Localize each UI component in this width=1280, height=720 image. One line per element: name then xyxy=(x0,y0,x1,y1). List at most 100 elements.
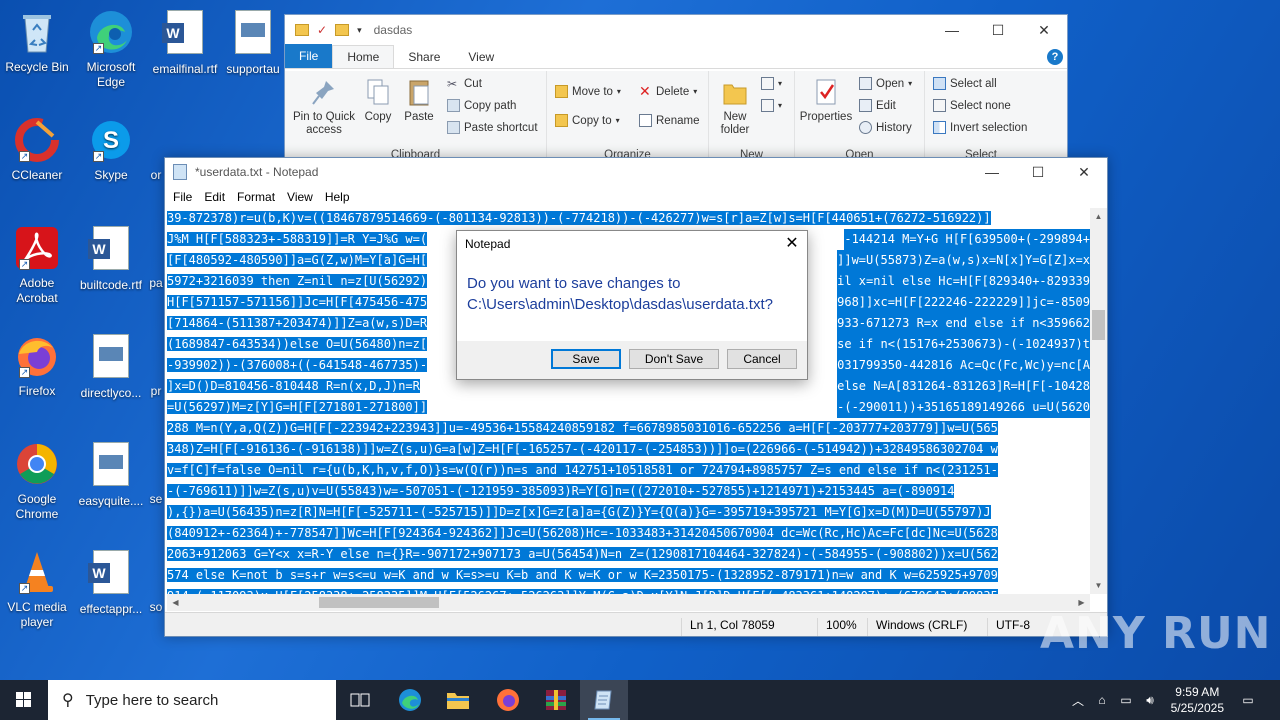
vertical-scrollbar[interactable]: ▲ ▼ xyxy=(1090,208,1107,594)
task-view-icon[interactable] xyxy=(336,680,384,720)
close-button[interactable]: ✕ xyxy=(1061,158,1107,186)
desktop-icon-skype[interactable]: S ↗ Skype xyxy=(74,116,148,183)
desktop-icon-adobe-acrobat[interactable]: ↗ Adobe Acrobat xyxy=(0,224,74,306)
menu-help[interactable]: Help xyxy=(319,190,356,204)
easy-access-button[interactable]: ▾ xyxy=(761,99,782,112)
maximize-button[interactable]: ☐ xyxy=(975,15,1021,45)
tab-file[interactable]: File xyxy=(285,44,333,68)
scroll-thumb[interactable] xyxy=(319,597,439,608)
desktop-icon-builtcode[interactable]: W builtcode.rtf xyxy=(74,224,148,293)
new-item-button[interactable]: ▾ xyxy=(761,77,782,90)
scroll-down-icon[interactable]: ▼ xyxy=(1090,577,1107,594)
tray-overflow-chevron-icon[interactable]: ︿ xyxy=(1068,680,1088,720)
file-icon xyxy=(148,440,164,488)
desktop-icon-directlyco[interactable]: directlyco... xyxy=(74,332,148,401)
history-label: History xyxy=(876,121,912,134)
desktop-icon-partial-or[interactable]: or xyxy=(148,116,164,183)
invert-selection-button[interactable]: Invert selection xyxy=(933,121,1027,134)
minimize-button[interactable]: — xyxy=(969,158,1015,186)
properties-button[interactable]: Properties xyxy=(797,77,855,124)
acrobat-icon: ↗ xyxy=(13,224,61,272)
chevron-down-icon: ▾ xyxy=(693,87,698,96)
close-button[interactable]: ✕ xyxy=(1021,15,1067,45)
shortcut-arrow-icon: ↗ xyxy=(19,583,30,594)
desktop-icon-partial-pa[interactable]: pa xyxy=(148,224,164,291)
notepad-taskbar-icon[interactable] xyxy=(580,680,628,720)
pin-quick-access-button[interactable]: Pin to Quick access xyxy=(289,77,359,137)
menu-file[interactable]: File xyxy=(167,190,198,204)
desktop-icon-label: emailfinal.rtf xyxy=(152,62,218,76)
delete-button[interactable]: ✕ Delete ▾ xyxy=(639,84,698,98)
menu-view[interactable]: View xyxy=(281,190,319,204)
menu-format[interactable]: Format xyxy=(231,190,281,204)
open-icon xyxy=(859,77,872,90)
desktop-icon-supportau[interactable]: supportau xyxy=(222,8,284,77)
notepad-window: *userdata.txt - Notepad — ☐ ✕ File Edit … xyxy=(164,157,1108,637)
horizontal-scrollbar[interactable]: ◀ ▶ xyxy=(167,594,1090,611)
properties-check-icon[interactable]: ✓ xyxy=(317,23,327,37)
clock[interactable]: 9:59 AM 5/25/2025 xyxy=(1171,684,1224,716)
select-all-button[interactable]: Select all xyxy=(933,77,997,90)
desktop-icon-easyquite[interactable]: easyquite.... xyxy=(74,440,148,509)
edit-button[interactable]: Edit xyxy=(859,99,896,112)
start-button[interactable] xyxy=(0,680,48,720)
copy-path-button[interactable]: Copy path xyxy=(447,99,516,112)
move-to-label: Move to xyxy=(572,85,613,98)
new-folder-icon[interactable] xyxy=(335,24,350,36)
network-icon[interactable]: ▭ xyxy=(1116,680,1136,720)
rename-label: Rename xyxy=(656,114,700,127)
tab-view[interactable]: View xyxy=(454,46,508,68)
paste-button[interactable]: Paste xyxy=(401,77,437,124)
desktop-icon-recycle-bin[interactable]: Recycle Bin xyxy=(0,8,74,75)
copy-button[interactable]: Copy xyxy=(361,77,395,124)
desktop-icon-vlc[interactable]: ↗ VLC media player xyxy=(0,548,74,630)
winrar-taskbar-icon[interactable] xyxy=(532,680,580,720)
edge-taskbar-icon[interactable] xyxy=(386,680,434,720)
pin-label: Pin to Quick access xyxy=(293,111,355,136)
history-button[interactable]: History xyxy=(859,121,912,134)
zoom-level: 100% xyxy=(817,618,857,636)
desktop-icon-emailfinal[interactable]: W emailfinal.rtf xyxy=(148,8,222,77)
editor-line-text: [F[480592-480590]]a=G(Z,w)M=Y[a]G=H[ xyxy=(167,253,428,267)
qat-dropdown-icon[interactable]: ▾ xyxy=(357,25,362,36)
tab-share[interactable]: Share xyxy=(394,46,454,68)
desktop-icon-chrome[interactable]: Google Chrome xyxy=(0,440,74,522)
move-to-button[interactable]: Move to ▾ xyxy=(555,85,621,98)
copy-to-button[interactable]: Copy to ▾ xyxy=(555,114,620,127)
open-button[interactable]: Open ▾ xyxy=(859,77,912,90)
save-button[interactable]: Save xyxy=(551,349,621,369)
desktop-icon-ccleaner[interactable]: ↗ CCleaner xyxy=(0,116,74,183)
desktop-icon-partial-se[interactable]: se xyxy=(148,440,164,507)
desktop-icon-edge[interactable]: ↗ Microsoft Edge xyxy=(74,8,148,90)
cancel-button[interactable]: Cancel xyxy=(727,349,797,369)
editor-line-text: =U(56297)M=z[Y]G=H[F[271801-271800]] xyxy=(167,400,428,414)
taskbar-search-box[interactable]: ⚲ Type here to search xyxy=(48,680,336,720)
rename-button[interactable]: Rename xyxy=(639,114,699,127)
volume-icon[interactable]: 🔊︎ xyxy=(1140,680,1160,720)
help-icon[interactable]: ? xyxy=(1047,49,1063,65)
maximize-button[interactable]: ☐ xyxy=(1015,158,1061,186)
desktop-icon-effectappr[interactable]: W effectappr... xyxy=(74,548,148,617)
paste-shortcut-button[interactable]: Paste shortcut xyxy=(447,121,538,134)
scroll-left-icon[interactable]: ◀ xyxy=(167,594,184,611)
tab-home[interactable]: Home xyxy=(332,45,395,68)
select-none-button[interactable]: Select none xyxy=(933,99,1011,112)
dialog-close-icon[interactable]: ✕ xyxy=(777,231,807,257)
copy-path-label: Copy path xyxy=(464,99,517,112)
desktop-icon-label: Skype xyxy=(94,168,128,182)
new-folder-button[interactable]: New folder xyxy=(713,77,757,137)
network-device-icon[interactable]: ⌂ xyxy=(1092,680,1112,720)
file-explorer-taskbar-icon[interactable] xyxy=(434,680,482,720)
notification-icon[interactable]: ▭ xyxy=(1232,680,1264,720)
dont-save-button[interactable]: Don't Save xyxy=(629,349,719,369)
scroll-thumb[interactable] xyxy=(1092,310,1105,340)
minimize-button[interactable]: — xyxy=(929,15,975,45)
cut-button[interactable]: ✂ Cut xyxy=(447,77,482,91)
clock-date: 5/25/2025 xyxy=(1170,701,1224,715)
firefox-taskbar-icon[interactable] xyxy=(484,680,532,720)
menu-edit[interactable]: Edit xyxy=(198,190,231,204)
desktop-icon-partial-pr[interactable]: pr xyxy=(148,332,164,399)
scroll-up-icon[interactable]: ▲ xyxy=(1090,208,1107,225)
desktop-icon-firefox[interactable]: ↗ Firefox xyxy=(0,332,74,399)
desktop-icon-partial-so[interactable]: so xyxy=(148,548,164,615)
